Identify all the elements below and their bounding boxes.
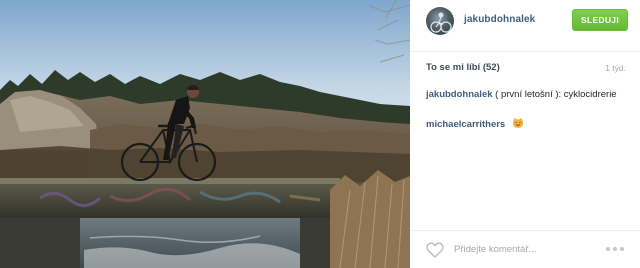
post-sidebar: jakubdohnalek SLEDUJI To se mi líbí (52)… bbox=[410, 0, 640, 268]
more-options-icon[interactable] bbox=[606, 244, 628, 254]
dot bbox=[606, 247, 610, 251]
avatar[interactable] bbox=[426, 7, 454, 35]
post-age[interactable]: 1 týd. bbox=[605, 63, 626, 73]
avatar-cyclist-icon bbox=[430, 12, 452, 33]
add-comment-input[interactable] bbox=[454, 241, 594, 257]
instagram-post: jakubdohnalek SLEDUJI To se mi líbí (52)… bbox=[0, 0, 640, 268]
post-caption: jakubdohnalek ( první letošní ): cykloci… bbox=[426, 88, 626, 101]
follow-button[interactable]: SLEDUJI bbox=[572, 9, 628, 31]
heart-icon[interactable] bbox=[426, 242, 444, 258]
comment-item: michaelcarrithers bbox=[426, 117, 626, 133]
photo-scene bbox=[0, 0, 410, 268]
dot bbox=[620, 247, 624, 251]
caption-author[interactable]: jakubdohnalek bbox=[426, 89, 493, 100]
author-username[interactable]: jakubdohnalek bbox=[464, 14, 535, 25]
post-meta: To se mi líbí (52) 1 týd. bbox=[426, 62, 626, 76]
likes-count[interactable]: To se mi líbí (52) bbox=[426, 62, 500, 73]
post-footer bbox=[410, 230, 640, 268]
post-photo[interactable] bbox=[0, 0, 410, 268]
post-header: jakubdohnalek SLEDUJI bbox=[410, 0, 640, 52]
cat-smile-icon bbox=[512, 117, 524, 133]
dot bbox=[613, 247, 617, 251]
caption-text: ( první letošní ): cyklocidrerie bbox=[492, 89, 617, 100]
comment-author[interactable]: michaelcarrithers bbox=[426, 119, 505, 130]
